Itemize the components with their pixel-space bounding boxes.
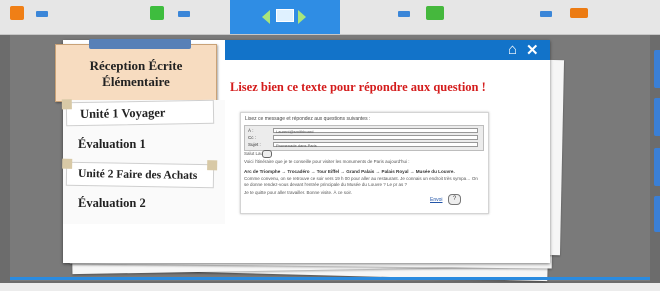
question-emoticon-icon: ? bbox=[448, 194, 461, 205]
green-card-icon bbox=[150, 6, 164, 20]
to-label: À : bbox=[248, 128, 254, 133]
send-link[interactable]: Envoi bbox=[430, 197, 443, 203]
progress-line bbox=[10, 277, 650, 280]
page-curl-icon bbox=[61, 99, 72, 110]
lesson-title-card: Réception Écrite Élémentaire bbox=[55, 39, 217, 102]
lesson-title-line1: Réception Écrite bbox=[89, 58, 183, 73]
side-panel-tab[interactable] bbox=[654, 98, 660, 136]
close-icon[interactable]: ✕ bbox=[526, 41, 539, 59]
tab-label: Unité 1 Voyager bbox=[79, 105, 166, 122]
blue-bar-icon bbox=[540, 11, 552, 17]
orange-card-icon bbox=[10, 6, 24, 20]
cc-label: Cc : bbox=[248, 135, 257, 140]
subject-field: Promenade dans Paris bbox=[273, 142, 478, 148]
tab-unite-2[interactable]: Unité 2 Faire des Achats bbox=[62, 158, 218, 189]
tab-label: Unité 2 Faire des Achats bbox=[77, 167, 198, 182]
cc-field bbox=[273, 135, 478, 140]
paragraph-1: Voici l'itinéraire que je te conseille p… bbox=[244, 159, 410, 164]
next-arrow-icon[interactable] bbox=[298, 10, 306, 24]
page-curl-icon bbox=[62, 158, 73, 169]
green-screen-icon bbox=[426, 6, 444, 20]
paragraph-3: Je te quitte pour aller travailler. Bonn… bbox=[244, 190, 353, 195]
bottom-strip bbox=[0, 283, 660, 291]
to-field: Laurent@smithboard bbox=[273, 128, 478, 134]
toolbar-item-active[interactable] bbox=[230, 0, 340, 34]
side-panel-tab[interactable] bbox=[654, 148, 660, 186]
route-text: Arc de Triomphe → Trocadéro → Tour Eiffe… bbox=[244, 169, 455, 174]
home-icon[interactable]: ⌂ bbox=[508, 41, 517, 58]
tab-evaluation-2[interactable]: Évaluation 2 bbox=[78, 196, 146, 211]
tab-evaluation-1[interactable]: Évaluation 1 bbox=[78, 137, 146, 152]
title-ribbon bbox=[89, 39, 191, 49]
page-header-bar bbox=[225, 40, 550, 60]
tab-unite-1[interactable]: Unité 1 Voyager bbox=[61, 99, 215, 127]
blue-bar-icon bbox=[398, 11, 410, 17]
email-header: À : Laurent@smithboard Cc : Sujet : Prom… bbox=[244, 125, 484, 151]
top-toolbar bbox=[0, 0, 660, 35]
subject-label: Sujet : bbox=[248, 142, 261, 147]
instructions: Lisez ce message et répondez aux questio… bbox=[245, 116, 371, 122]
blue-bar-icon bbox=[178, 11, 190, 17]
prev-arrow-icon[interactable] bbox=[262, 10, 270, 24]
screen-icon bbox=[276, 9, 294, 22]
blue-bar-icon bbox=[36, 11, 48, 17]
paragraph-2: Comme convenu, on se retrouve ce soir ve… bbox=[244, 176, 478, 187]
lesson-title-line2: Élémentaire bbox=[102, 74, 170, 89]
side-panel-tab[interactable] bbox=[654, 196, 660, 232]
orange-battery-icon bbox=[570, 8, 588, 18]
page-curl-icon bbox=[207, 160, 218, 171]
content-heading: Lisez bien ce texte pour répondre aux qu… bbox=[230, 80, 486, 94]
side-panel-tab[interactable] bbox=[654, 50, 660, 88]
emoticon-icon bbox=[262, 150, 272, 158]
